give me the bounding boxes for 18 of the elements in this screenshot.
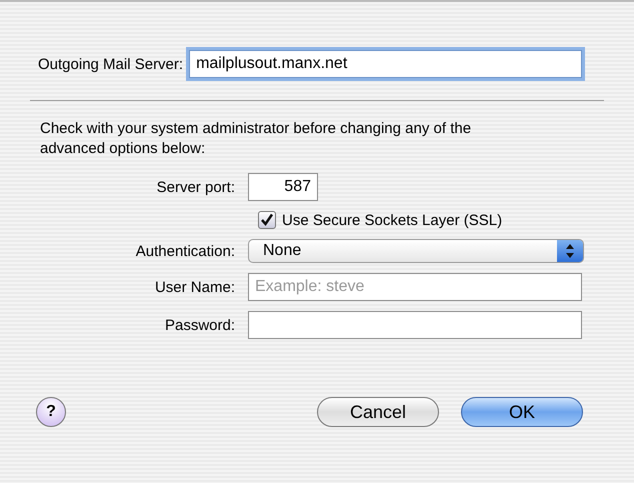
dialog-button[interactable]: Cancel — [317, 397, 439, 427]
field-label: Server port: — [156, 178, 235, 196]
checkbox[interactable] — [258, 211, 276, 229]
popup-menu[interactable]: None — [248, 239, 584, 263]
notice-text: Check with your system administrator before changing any of the advanced options below: — [40, 119, 472, 159]
dialog-button[interactable]: OK — [461, 397, 583, 427]
input-field[interactable] — [248, 311, 582, 339]
checkbox-label: Use Secure Sockets Layer (SSL) — [282, 212, 502, 228]
checkmark-icon — [260, 213, 274, 227]
up-down-arrows-icon — [565, 243, 575, 259]
field-label: Password: — [164, 316, 235, 334]
field-label: User Name: — [154, 278, 235, 296]
help-button[interactable]: ? — [36, 397, 66, 427]
input-field[interactable]: mailplusout.manx.net — [189, 50, 582, 78]
field-label: Authentication: — [134, 242, 235, 260]
field-label: Outgoing Mail Server: — [38, 56, 184, 72]
input-field[interactable]: Example: steve — [248, 273, 582, 301]
input-field[interactable]: 587 — [248, 173, 318, 201]
